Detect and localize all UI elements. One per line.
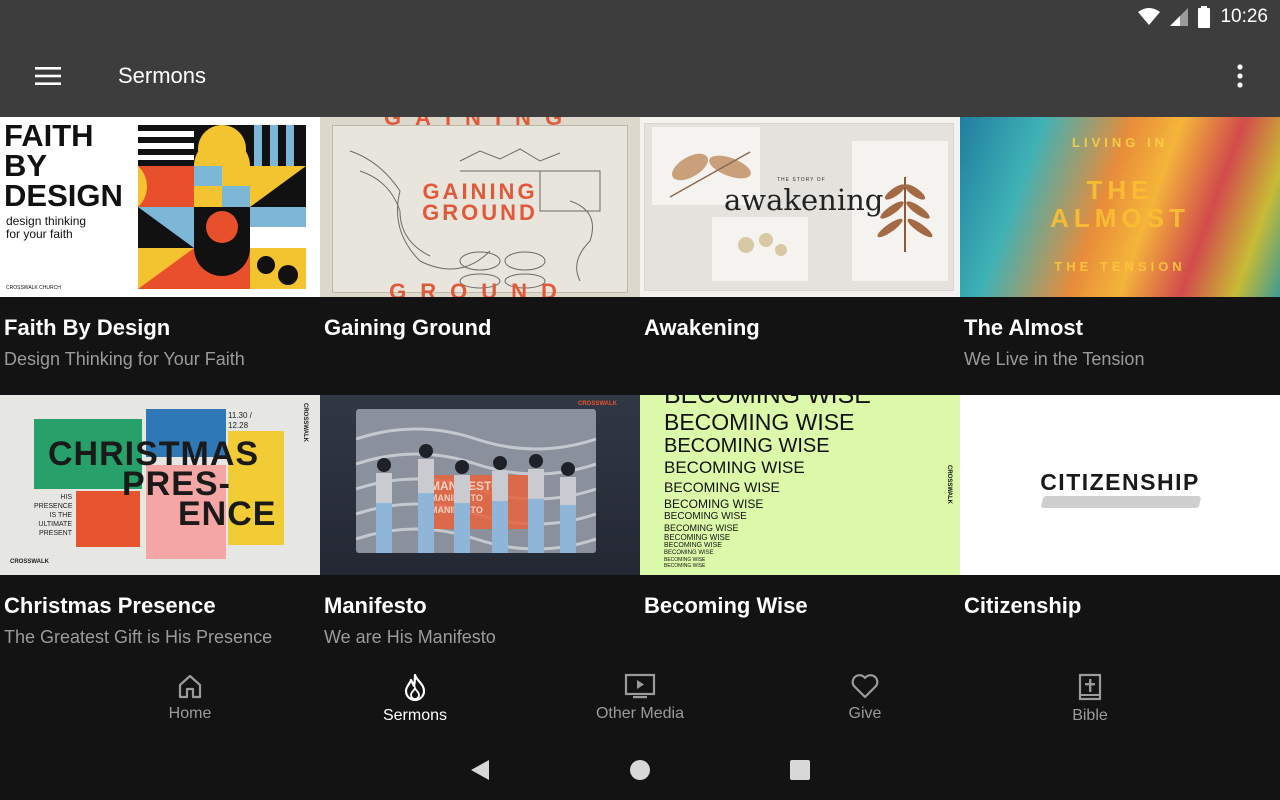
battery-icon — [1198, 6, 1211, 28]
nav-item-other-media[interactable]: Other Media — [528, 665, 753, 740]
sermon-subtitle: We are His Manifesto — [324, 627, 496, 647]
sermon-subtitle — [320, 343, 640, 349]
sermon-subtitle — [640, 343, 960, 349]
home-icon — [178, 674, 202, 699]
sermon-thumbnail: BECOMING WISE BECOMING WISE BECOMING WIS… — [640, 395, 960, 575]
more-vertical-icon — [1237, 64, 1243, 88]
nav-item-home[interactable]: Home — [78, 665, 303, 740]
sermon-grid: FAITH BY DESIGN design thinking for your f… — [0, 117, 1280, 673]
sermon-card-the-almost[interactable]: LIVING IN THE ALMOST THE TENSION The Alm… — [960, 117, 1280, 395]
sermon-subtitle — [960, 621, 1280, 627]
sermon-subtitle — [640, 621, 960, 627]
sermon-thumbnail: LIVING IN THE ALMOST THE TENSION — [960, 117, 1280, 297]
overflow-menu-button[interactable] — [1220, 58, 1260, 94]
sermon-subtitle: The Greatest Gift is His Presence — [4, 627, 273, 647]
back-triangle-icon — [471, 760, 489, 780]
sermon-title: Faith By Design — [4, 315, 171, 340]
nav-label: Give — [848, 705, 882, 722]
sermon-thumbnail: THE STORY OF awakening — [640, 117, 960, 297]
sermon-title: Citizenship — [964, 593, 1082, 618]
status-bar: 10:26 — [0, 0, 1280, 34]
hamburger-icon — [35, 66, 61, 85]
recents-square-icon — [790, 760, 810, 780]
home-circle-icon — [630, 760, 650, 780]
bottom-navigation: Home Sermons Other Media Give Bible — [0, 665, 1280, 740]
app-bar: Sermons — [0, 34, 1280, 117]
nav-label: Bible — [1072, 707, 1108, 724]
play-screen-icon — [624, 673, 656, 699]
sermon-card-citizenship[interactable]: CITIZENSHIP Citizenship — [960, 395, 1280, 673]
heart-icon — [851, 674, 879, 699]
sermon-title: Christmas Presence — [4, 593, 216, 618]
nav-item-give[interactable]: Give — [753, 665, 978, 740]
sermon-card-becoming-wise[interactable]: BECOMING WISE BECOMING WISE BECOMING WIS… — [640, 395, 960, 673]
menu-button[interactable] — [0, 34, 96, 117]
sermon-card-gaining-ground[interactable]: GAINING GROUND GAINING GROUND Gaining Gro… — [320, 117, 640, 395]
nav-label: Other Media — [595, 705, 685, 722]
nav-item-sermons[interactable]: Sermons — [303, 665, 528, 740]
sermon-card-faith-by-design[interactable]: FAITH BY DESIGN design thinking for your f… — [0, 117, 320, 395]
status-time: 10:26 — [1220, 6, 1268, 27]
sermon-title: Manifesto — [324, 593, 427, 618]
sermon-thumbnail: MANIFESTO MANIFESTO MANIFESTO CROSSWALK — [320, 395, 640, 575]
sermon-card-manifesto[interactable]: MANIFESTO MANIFESTO MANIFESTO CROSSWALK … — [320, 395, 640, 673]
sermon-thumbnail: GAINING GROUND GAINING GROUND — [320, 117, 640, 297]
sermon-thumbnail: CITIZENSHIP — [960, 395, 1280, 575]
page-title: Sermons — [118, 62, 207, 88]
back-button[interactable] — [460, 750, 500, 790]
sermon-thumbnail: FAITH BY DESIGN design thinking for your f… — [0, 117, 320, 297]
sermon-title: The Almost — [964, 315, 1083, 340]
wifi-icon — [1138, 8, 1161, 25]
system-navigation-bar — [0, 740, 1280, 800]
bible-icon — [1078, 673, 1102, 701]
recents-button[interactable] — [780, 750, 820, 790]
signal-icon — [1170, 8, 1189, 26]
flame-icon — [404, 673, 426, 701]
sermon-thumbnail: CHRISTMAS PRES- ENCE HIS PRESENCE IS THE… — [0, 395, 320, 575]
sermon-subtitle: Design Thinking for Your Faith — [4, 349, 245, 369]
sermon-card-christmas-presence[interactable]: CHRISTMAS PRES- ENCE HIS PRESENCE IS THE… — [0, 395, 320, 673]
home-system-button[interactable] — [620, 750, 660, 790]
nav-label: Sermons — [382, 707, 448, 724]
sermon-subtitle: We Live in the Tension — [964, 349, 1145, 369]
sermon-title: Gaining Ground — [324, 315, 492, 340]
nav-item-bible[interactable]: Bible — [978, 665, 1203, 740]
sermon-card-awakening[interactable]: THE STORY OF awakening Awakening — [640, 117, 960, 395]
sermon-title: Awakening — [644, 315, 760, 340]
nav-label: Home — [168, 705, 212, 722]
sermon-title: Becoming Wise — [644, 593, 808, 618]
